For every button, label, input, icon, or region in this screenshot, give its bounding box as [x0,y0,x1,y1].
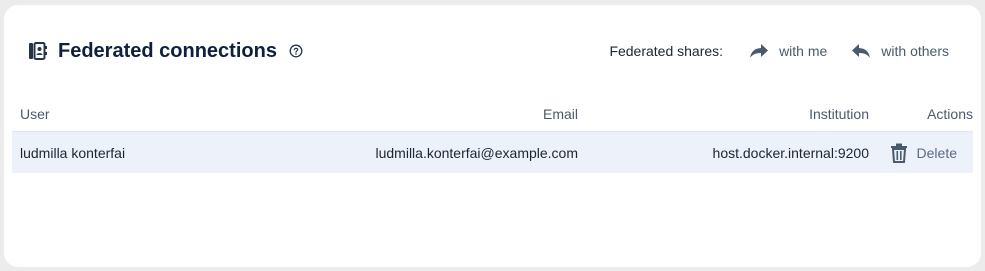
column-header-user[interactable]: User [12,106,270,122]
column-header-institution[interactable]: Institution [578,106,869,122]
table-header-row: User Email Institution Actions [12,97,973,132]
cell-institution: host.docker.internal:9200 [712,144,869,161]
shared-with-others-link[interactable]: with others [851,43,949,59]
connections-table: User Email Institution Actions ludmilla … [12,97,973,173]
card-header: Federated connections Federated shares: … [28,33,949,69]
table-row[interactable]: ludmilla konterfai ludmilla.konterfai@ex… [12,132,973,173]
share-forward-icon [750,44,769,58]
address-book-icon [28,40,50,62]
cell-actions: Delete [869,143,973,163]
trash-icon [890,143,907,163]
with-others-label: with others [881,43,949,59]
column-header-actions: Actions [927,106,973,122]
help-circle-icon[interactable] [289,43,305,59]
reply-back-icon [852,44,871,58]
page-title: Federated connections [58,39,277,62]
delete-button[interactable]: Delete [890,143,957,163]
cell-email: ludmilla.konterfai@example.com [375,144,578,161]
shared-with-me-link[interactable]: with me [749,43,827,59]
with-me-label: with me [779,43,828,59]
federated-shares-label: Federated shares: [609,43,724,59]
cell-user: ludmilla konterfai [20,144,126,161]
delete-label: Delete [916,144,957,161]
column-header-email[interactable]: Email [270,106,578,122]
federated-connections-card: Federated connections Federated shares: … [4,5,981,267]
